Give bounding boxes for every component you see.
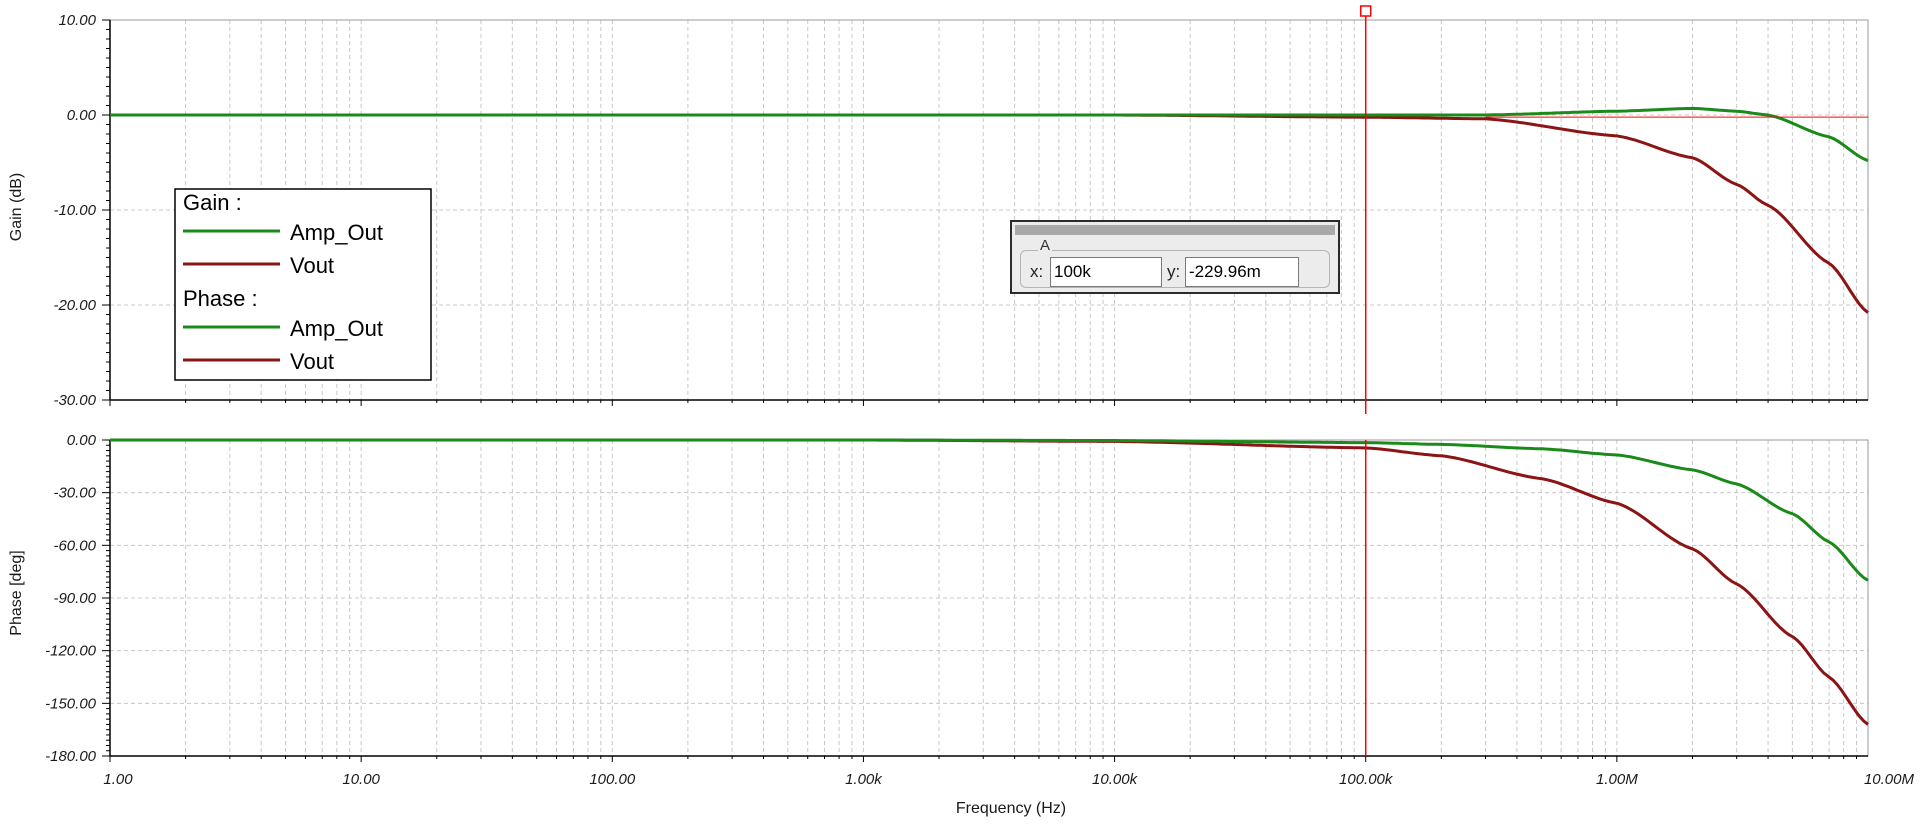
phase-y-tick-label: -180.00 xyxy=(45,748,97,765)
legend-gain-vout-label: Vout xyxy=(290,253,334,278)
legend: Gain : Amp_Out Vout Phase : Amp_Out Vout xyxy=(174,188,432,381)
phase-axes: 0.00 -30.00 -60.00 -90.00 -120.00 -150.00 -180… xyxy=(45,432,1914,788)
phase-y-tick-label: -30.00 xyxy=(53,485,96,502)
cursor-y-label: y: xyxy=(1167,262,1181,281)
phase-series-vout xyxy=(110,438,1869,726)
legend-phase-vout-label: Vout xyxy=(290,349,334,374)
gain-y-tick-label: -20.00 xyxy=(53,297,96,314)
cursor-a-label: A xyxy=(1038,237,1053,254)
cursor-handle[interactable] xyxy=(1359,5,1372,17)
x-tick-label: 1.00k xyxy=(845,771,883,788)
gain-y-tick-label: 10.00 xyxy=(58,12,96,29)
bode-plot: 10.00 0.00 -10.00 -20.00 -30.00 0.00 -30.00 -6… xyxy=(8,5,1914,817)
gain-y-tick-label: 0.00 xyxy=(67,107,97,124)
phase-series xyxy=(110,438,1869,726)
phase-grid xyxy=(110,439,1868,757)
x-tick-label: 10.00k xyxy=(1092,771,1139,788)
phase-axis-title: Phase [deg] xyxy=(8,550,25,635)
phase-y-tick-label: -90.00 xyxy=(53,590,96,607)
legend-phase-header: Phase : xyxy=(183,286,258,311)
cursor-x-label: x: xyxy=(1030,262,1044,281)
phase-series-amp-out xyxy=(110,438,1869,582)
phase-y-tick-label: -120.00 xyxy=(45,643,97,660)
x-tick-label: 100.00 xyxy=(589,771,636,788)
gain-y-tick-label: -10.00 xyxy=(53,202,96,219)
legend-gain-header: Gain : xyxy=(183,190,242,215)
cursor-panel-drag-handle[interactable] xyxy=(1015,225,1335,235)
phase-plot: 0.00 -30.00 -60.00 -90.00 -120.00 -150.00 -180… xyxy=(45,432,1914,788)
legend-phase-amp-out-label: Amp_Out xyxy=(290,316,383,341)
x-tick-label: 10.00 xyxy=(342,771,380,788)
phase-y-tick-label: 0.00 xyxy=(67,432,97,449)
x-tick-label: 100.00k xyxy=(1339,771,1394,788)
legend-gain-amp-out-label: Amp_Out xyxy=(290,220,383,245)
cursor-y-input[interactable] xyxy=(1185,257,1299,287)
cursor-x-input[interactable] xyxy=(1050,257,1162,287)
cursor-readout-panel[interactable]: A x: y: xyxy=(1010,220,1340,294)
gain-y-tick-label: -30.00 xyxy=(53,392,96,409)
x-tick-label: 1.00M xyxy=(1596,771,1638,788)
gain-axis-title: Gain (dB) xyxy=(8,173,25,241)
x-tick-label: 1.00 xyxy=(103,771,133,788)
phase-y-tick-label: -150.00 xyxy=(45,695,97,712)
frequency-axis-title: Frequency (Hz) xyxy=(956,800,1066,817)
phase-y-tick-label: -60.00 xyxy=(53,537,96,554)
x-tick-label: 10.00M xyxy=(1864,771,1915,788)
